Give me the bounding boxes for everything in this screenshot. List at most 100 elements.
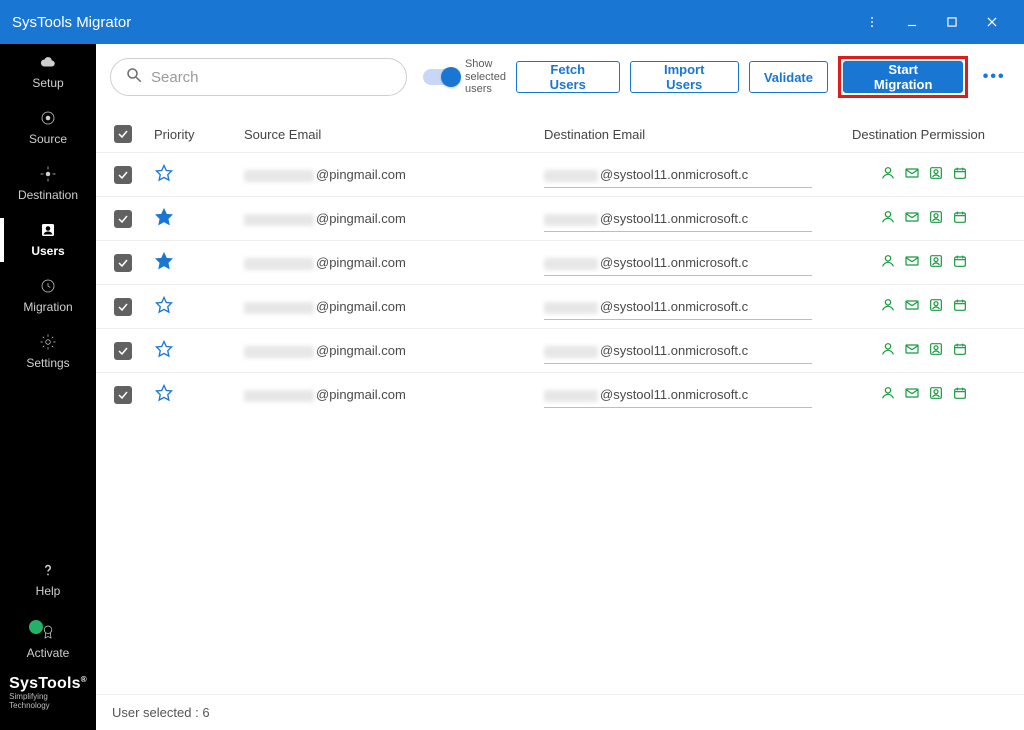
app-title: SysTools Migrator: [12, 14, 131, 31]
col-header-permission: Destination Permission: [852, 127, 1014, 142]
redacted-text: [544, 170, 598, 182]
redacted-text: [244, 390, 314, 402]
destination-domain: @systool11.onmicrosoft.c: [600, 211, 748, 226]
target-icon: [38, 164, 58, 184]
priority-star[interactable]: [154, 171, 174, 186]
sidebar-item-destination[interactable]: Destination: [0, 156, 96, 212]
sidebar-item-activate[interactable]: Activate: [27, 622, 70, 670]
source-domain: @pingmail.com: [316, 387, 406, 402]
destination-domain: @systool11.onmicrosoft.c: [600, 343, 748, 358]
sidebar-item-label: Help: [36, 584, 61, 598]
perm-calendar-icon: [952, 165, 968, 184]
sidebar-item-label: Settings: [26, 356, 69, 370]
row-checkbox[interactable]: [114, 298, 132, 316]
star-icon: [154, 163, 174, 183]
sidebar-item-label: Setup: [32, 76, 63, 90]
destination-domain: @systool11.onmicrosoft.c: [600, 299, 748, 314]
sidebar-item-label: Migration: [23, 300, 72, 314]
source-email-cell: @pingmail.com: [244, 255, 544, 270]
fetch-users-button[interactable]: Fetch Users: [516, 61, 620, 93]
perm-mail-icon: [904, 165, 920, 184]
perm-calendar-icon: [952, 297, 968, 316]
search-input-wrap[interactable]: [110, 58, 407, 96]
destination-email-cell[interactable]: @systool11.onmicrosoft.c: [544, 299, 852, 314]
redacted-text: [244, 258, 314, 270]
destination-email-cell[interactable]: @systool11.onmicrosoft.c: [544, 343, 852, 358]
search-input[interactable]: [151, 69, 392, 86]
table-row[interactable]: @pingmail.com @systool11.onmicrosoft.c: [96, 372, 1024, 416]
content: Show selected users Fetch Users Import U…: [96, 44, 1024, 730]
destination-email-cell[interactable]: @systool11.onmicrosoft.c: [544, 255, 852, 270]
toolbar: Show selected users Fetch Users Import U…: [96, 44, 1024, 116]
perm-calendar-icon: [952, 209, 968, 228]
destination-email-cell[interactable]: @systool11.onmicrosoft.c: [544, 387, 852, 402]
priority-star[interactable]: [154, 391, 174, 406]
check-icon: [117, 345, 129, 357]
row-checkbox[interactable]: [114, 342, 132, 360]
more-horiz-icon: •••: [983, 68, 1006, 86]
sidebar-item-settings[interactable]: Settings: [0, 324, 96, 380]
source-domain: @pingmail.com: [316, 255, 406, 270]
select-all-checkbox[interactable]: [114, 125, 132, 143]
col-header-priority: Priority: [154, 127, 244, 142]
users-table: Priority Source Email Destination Email …: [96, 116, 1024, 694]
start-migration-button[interactable]: Start Migration: [843, 61, 963, 93]
destination-domain: @systool11.onmicrosoft.c: [600, 387, 748, 402]
window-close-button[interactable]: [972, 0, 1012, 44]
source-domain: @pingmail.com: [316, 211, 406, 226]
table-row[interactable]: @pingmail.com @systool11.onmicrosoft.c: [96, 240, 1024, 284]
perm-contact-icon: [928, 341, 944, 360]
redacted-text: [544, 258, 598, 270]
redacted-text: [544, 346, 598, 358]
table-row[interactable]: @pingmail.com @systool11.onmicrosoft.c: [96, 284, 1024, 328]
help-icon: [38, 560, 58, 580]
table-row[interactable]: @pingmail.com @systool11.onmicrosoft.c: [96, 152, 1024, 196]
row-checkbox[interactable]: [114, 254, 132, 272]
perm-calendar-icon: [952, 253, 968, 272]
import-users-button[interactable]: Import Users: [630, 61, 739, 93]
sidebar-item-source[interactable]: Source: [0, 100, 96, 156]
priority-star[interactable]: [154, 347, 174, 362]
minimize-icon: [905, 15, 919, 29]
star-icon: [154, 339, 174, 359]
priority-star[interactable]: [154, 215, 174, 230]
search-icon: [125, 66, 143, 89]
sidebar-item-setup[interactable]: Setup: [0, 44, 96, 100]
permission-icons: [852, 385, 1014, 404]
titlebar-more-button[interactable]: [852, 0, 892, 44]
perm-mail-icon: [904, 385, 920, 404]
source-email-cell: @pingmail.com: [244, 343, 544, 358]
sidebar-item-label: Destination: [18, 188, 78, 202]
radio-icon: [38, 108, 58, 128]
sidebar-item-migration[interactable]: Migration: [0, 268, 96, 324]
redacted-text: [544, 302, 598, 314]
redacted-text: [544, 214, 598, 226]
row-checkbox[interactable]: [114, 386, 132, 404]
table-row[interactable]: @pingmail.com @systool11.onmicrosoft.c: [96, 328, 1024, 372]
badge-icon: [38, 622, 58, 642]
table-row[interactable]: @pingmail.com @systool11.onmicrosoft.c: [96, 196, 1024, 240]
permission-icons: [852, 297, 1014, 316]
destination-email-cell[interactable]: @systool11.onmicrosoft.c: [544, 211, 852, 226]
row-checkbox[interactable]: [114, 210, 132, 228]
source-domain: @pingmail.com: [316, 167, 406, 182]
priority-star[interactable]: [154, 303, 174, 318]
window-minimize-button[interactable]: [892, 0, 932, 44]
validate-button[interactable]: Validate: [749, 61, 828, 93]
toggle-label: Show selected users: [465, 58, 506, 96]
show-selected-toggle[interactable]: Show selected users: [423, 58, 506, 96]
sidebar-item-help[interactable]: Help: [36, 556, 61, 608]
titlebar: SysTools Migrator: [0, 0, 1024, 44]
window-maximize-button[interactable]: [932, 0, 972, 44]
sidebar-item-users[interactable]: Users: [0, 212, 96, 268]
source-email-cell: @pingmail.com: [244, 387, 544, 402]
toolbar-more-button[interactable]: •••: [978, 61, 1010, 93]
redacted-text: [244, 170, 314, 182]
source-domain: @pingmail.com: [316, 299, 406, 314]
check-icon: [117, 128, 129, 140]
perm-mail-icon: [904, 253, 920, 272]
toggle-icon: [423, 69, 459, 85]
row-checkbox[interactable]: [114, 166, 132, 184]
destination-email-cell[interactable]: @systool11.onmicrosoft.c: [544, 167, 852, 182]
priority-star[interactable]: [154, 259, 174, 274]
